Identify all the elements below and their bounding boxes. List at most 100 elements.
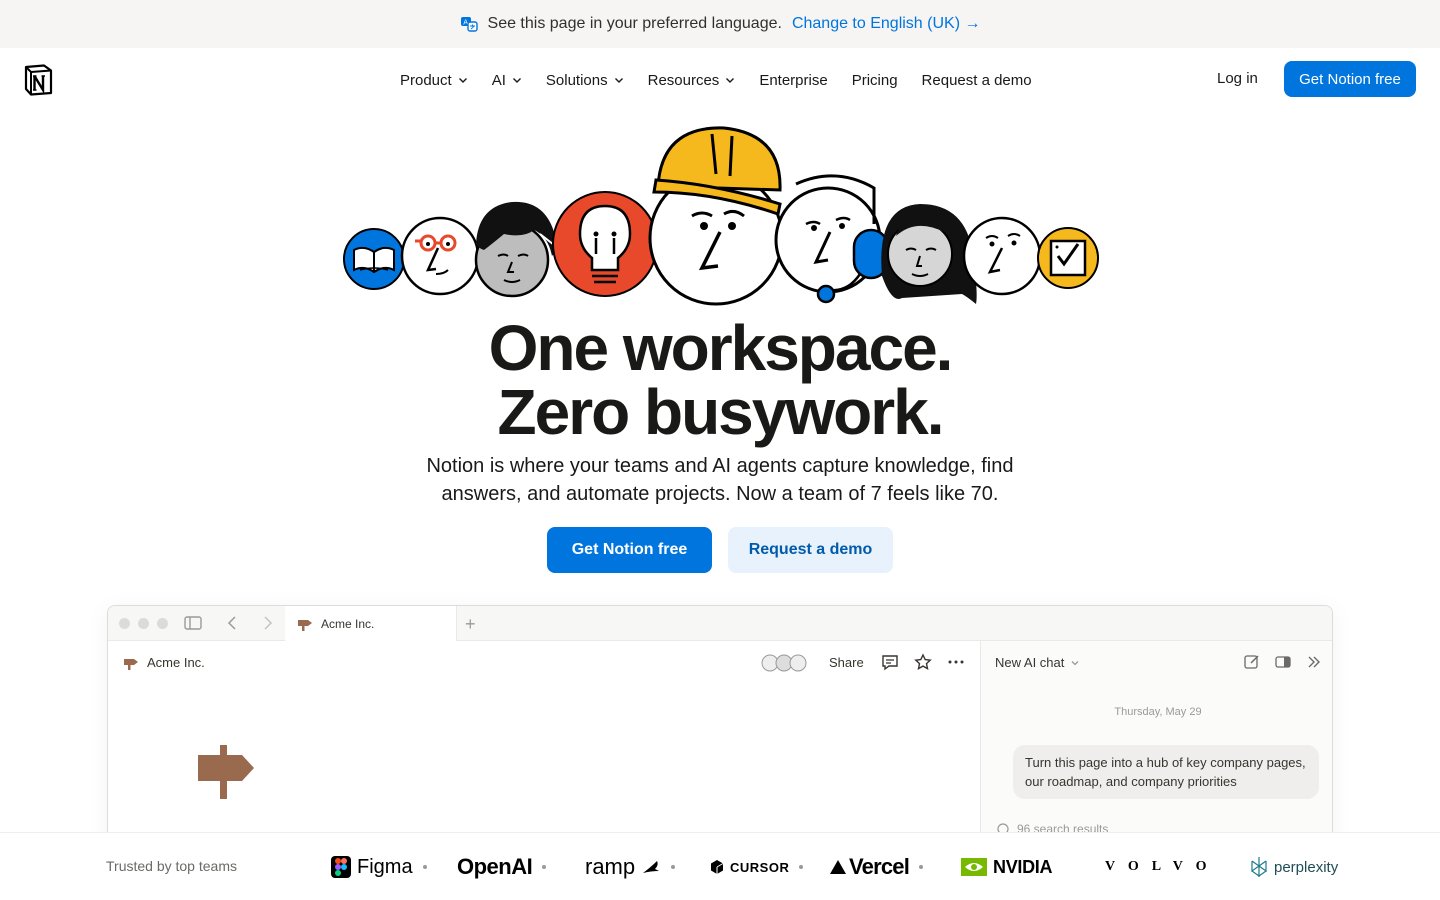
comment-icon[interactable]	[881, 653, 899, 671]
vercel-logo-text: Vercel	[849, 854, 910, 879]
page-cover-signpost-icon	[198, 745, 254, 799]
nav-item-ai[interactable]: AI	[480, 68, 534, 92]
lightbulb-avatar-icon	[552, 191, 658, 297]
back-arrow-icon[interactable]	[224, 615, 242, 631]
openai-logo-text: OpenAI	[457, 854, 533, 879]
nav-item-request-a-demo[interactable]: Request a demo	[910, 68, 1044, 92]
signpost-icon	[124, 658, 138, 670]
nvidia-eye-icon	[961, 858, 987, 876]
app-preview-window: Acme Inc. + Acme Inc. Share New AI chat …	[107, 605, 1333, 845]
ai-chat-pane: New AI chat Thursday, May 29 Turn this p…	[980, 641, 1332, 844]
hero-headline: One workspace. Zero busywork.	[0, 316, 1440, 444]
nvidia-logo[interactable]: NVIDIA	[961, 851, 1053, 883]
browser-tab-acme[interactable]: Acme Inc.	[285, 606, 457, 641]
nav-item-pricing[interactable]: Pricing	[840, 68, 910, 92]
ramp-logo[interactable]: ramp	[585, 851, 676, 883]
nav-item-enterprise[interactable]: Enterprise	[747, 68, 839, 92]
simple-face-icon	[962, 216, 1042, 296]
window-maximize-dot[interactable]	[157, 618, 168, 629]
volvo-logo[interactable]: VOLVO	[1105, 851, 1220, 883]
nav-item-label: Resources	[647, 71, 720, 89]
more-options-icon[interactable]	[947, 653, 965, 671]
curly-hair-face-icon	[474, 201, 559, 298]
openai-logo[interactable]: OpenAI	[457, 851, 547, 883]
glasses-face-icon	[400, 216, 480, 296]
nav-menu: Product AI Solutions Resources Enterprise Pri…	[388, 68, 1044, 92]
trusted-label: Trusted by top teams	[106, 858, 237, 874]
panel-layout-icon[interactable]	[1274, 653, 1292, 671]
nav-item-product[interactable]: Product	[388, 68, 480, 92]
cursor-cube-icon	[711, 860, 724, 874]
change-language-link[interactable]: Change to English (UK) →	[792, 15, 981, 33]
vercel-logo[interactable]: Vercel	[829, 851, 924, 883]
nav-item-label: Enterprise	[759, 71, 828, 89]
logo-separator-dot	[799, 865, 804, 869]
nav-item-solutions[interactable]: Solutions	[534, 68, 636, 92]
logo-separator-dot	[671, 865, 676, 869]
sidebar-toggle-icon[interactable]	[184, 615, 202, 631]
nav-item-label: AI	[491, 71, 506, 89]
collaborator-avatars-icon[interactable]	[760, 653, 814, 673]
cursor-logo[interactable]: CURSOR	[710, 851, 804, 883]
login-link[interactable]: Log in	[1206, 68, 1269, 89]
request-demo-button[interactable]: Request a demo	[728, 527, 893, 573]
long-hair-face-icon	[881, 204, 977, 304]
figma-icon	[331, 856, 351, 878]
ai-chat-user-message: Turn this page into a hub of key company…	[1013, 745, 1319, 799]
chevron-down-icon	[1071, 660, 1079, 665]
signpost-icon	[298, 619, 312, 631]
hero-subheading: Notion is where your teams and AI agents…	[426, 455, 1014, 505]
logo-separator-dot	[542, 865, 547, 869]
volvo-logo-text: VOLVO	[1105, 859, 1220, 874]
forward-arrow-icon[interactable]	[258, 615, 276, 631]
hard-hat-face-icon	[648, 126, 784, 306]
perplexity-logo[interactable]: perplexity	[1250, 851, 1338, 883]
notion-logo-icon[interactable]	[23, 64, 54, 96]
chevron-down-icon	[726, 78, 735, 83]
window-minimize-dot[interactable]	[138, 618, 149, 629]
nav-item-label: Request a demo	[921, 71, 1032, 89]
hero-illustration	[343, 126, 1099, 306]
language-banner: A See this page in your preferred langua…	[0, 0, 1440, 48]
get-notion-free-nav-button[interactable]: Get Notion free	[1284, 61, 1416, 97]
new-tab-plus-icon[interactable]: +	[465, 614, 476, 635]
ramp-logo-text: ramp	[585, 854, 636, 879]
logo-separator-dot	[919, 865, 924, 869]
perplexity-logo-text: perplexity	[1274, 858, 1339, 876]
figma-logo[interactable]: Figma	[331, 851, 427, 883]
breadcrumb-label: Acme Inc.	[147, 655, 205, 670]
ramp-mark-icon	[643, 861, 660, 873]
nav-item-label: Solutions	[545, 71, 608, 89]
window-close-dot[interactable]	[119, 618, 130, 629]
headset-face-icon	[774, 174, 890, 304]
collapse-panel-icon[interactable]	[1305, 653, 1323, 671]
page-pane: Acme Inc. Share	[108, 641, 980, 844]
nav-item-label: Pricing	[851, 71, 898, 89]
new-chat-edit-icon[interactable]	[1243, 653, 1261, 671]
figma-logo-text: Figma	[357, 855, 413, 878]
browser-tab-bar: Acme Inc. +	[108, 606, 1332, 641]
ai-chat-date: Thursday, May 29	[1114, 706, 1202, 718]
perplexity-icon	[1251, 857, 1267, 877]
vercel-triangle-icon	[830, 860, 846, 874]
headline-line-1: One workspace.	[488, 312, 954, 384]
chevron-down-icon	[458, 78, 467, 83]
chevron-down-icon	[512, 78, 521, 83]
star-icon[interactable]	[914, 653, 932, 671]
translate-icon: A	[460, 17, 478, 32]
book-avatar-icon	[343, 228, 405, 290]
breadcrumb[interactable]: Acme Inc.	[123, 655, 205, 670]
get-notion-free-button[interactable]: Get Notion free	[547, 527, 712, 573]
ai-chat-title-dropdown[interactable]: New AI chat	[995, 655, 1080, 670]
chevron-down-icon	[614, 78, 623, 83]
headline-line-2: Zero busywork.	[497, 376, 945, 448]
language-banner-message: See this page in your preferred language…	[487, 15, 782, 32]
share-button[interactable]: Share	[829, 655, 864, 670]
trusted-by-bar: Trusted by top teams Figma OpenAI ramp C…	[0, 832, 1440, 900]
nvidia-logo-text: NVIDIA	[993, 856, 1053, 877]
ai-chat-title: New AI chat	[995, 655, 1065, 670]
top-navigation: Product AI Solutions Resources Enterprise Pri…	[0, 48, 1440, 112]
logo-separator-dot	[422, 865, 427, 869]
checklist-avatar-icon	[1037, 227, 1099, 289]
nav-item-resources[interactable]: Resources	[636, 68, 748, 92]
